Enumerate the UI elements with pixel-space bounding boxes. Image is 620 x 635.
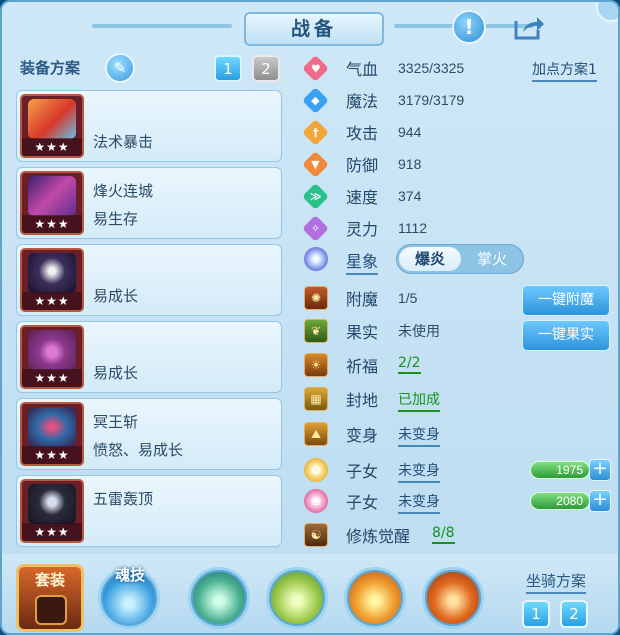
- skill-orb-2[interactable]: [266, 567, 328, 629]
- alert-icon[interactable]: !: [452, 10, 486, 44]
- star-rating: ★★★: [22, 138, 82, 156]
- child-2-bar: 2080: [530, 492, 590, 510]
- chest-icon: [35, 595, 67, 625]
- child-1-value-link[interactable]: 未变身: [398, 460, 440, 483]
- transform-row: ⛰ 变身 未变身: [304, 420, 440, 448]
- equip-slot-armor[interactable]: ★★★ 易成长: [16, 244, 282, 316]
- equip-slot-helmet[interactable]: ★★★ 烽火连城 易生存: [16, 167, 282, 239]
- set-bonus-button[interactable]: 套装: [16, 564, 84, 632]
- equip-skill: 冥王斩: [93, 413, 139, 431]
- child-icon: ✿: [304, 458, 328, 482]
- cultivation-icon: ☯: [304, 523, 328, 547]
- equip-image: ★★★: [20, 325, 84, 389]
- child-2-add-button[interactable]: +: [589, 490, 611, 512]
- blessing-row: ☀ 祈福 2/2: [304, 351, 421, 379]
- skill-orb-1[interactable]: [188, 567, 250, 629]
- equip-skill: 五雷轰顶: [93, 490, 154, 508]
- spirit-icon: ✧: [302, 214, 329, 242]
- corner-ornament: [596, 2, 618, 22]
- set-bonus-label: 套装: [34, 571, 65, 589]
- sword-icon: †: [302, 118, 329, 146]
- star-rating: ★★★: [22, 369, 82, 387]
- equip-image: ★★★: [20, 94, 84, 158]
- equip-effect: 愤怒、易成长: [93, 441, 184, 459]
- fruit-row: ❦ 果实 未使用: [304, 317, 440, 345]
- equip-slot-boots[interactable]: ★★★ 五雷轰顶: [16, 475, 282, 547]
- shield-icon: ▼: [302, 150, 329, 178]
- soul-skill-label: 魂技: [114, 566, 145, 584]
- equip-image: ★★★: [20, 479, 84, 543]
- equip-slot-necklace[interactable]: ★★★ 易成长: [16, 321, 282, 393]
- title-ornament-left: [92, 24, 232, 28]
- equip-image: ★★★: [20, 171, 84, 235]
- skill-orb-3[interactable]: [344, 567, 406, 629]
- enchant-row: ✺ 附魔 1/5: [304, 284, 417, 312]
- mana-icon: ◆: [302, 86, 329, 114]
- star-sign-toggle[interactable]: 爆炎 掌火: [396, 244, 524, 274]
- skill-orb-4[interactable]: [422, 567, 484, 629]
- stat-row-speed: ≫ 速度 374: [302, 182, 421, 210]
- soul-skill-button[interactable]: 魂技: [98, 566, 160, 629]
- one-click-fruit-button[interactable]: 一键果实: [522, 320, 610, 351]
- equip-slot-belt[interactable]: ★★★ 冥王斩 愤怒、易成长: [16, 398, 282, 470]
- equip-skill: 烽火连城: [93, 182, 154, 200]
- blessing-icon: ☀: [304, 353, 328, 377]
- star-rating: ★★★: [22, 523, 82, 541]
- enchant-icon: ✺: [304, 286, 328, 310]
- equip-effect: 易成长: [93, 364, 139, 382]
- toggle-option-inactive[interactable]: 掌火: [463, 247, 521, 271]
- blessing-value-link[interactable]: 2/2: [398, 355, 421, 374]
- stat-row-defense: ▼ 防御 918: [302, 150, 421, 178]
- one-click-enchant-button[interactable]: 一键附魔: [522, 285, 610, 316]
- star-sign-icon: ✦: [304, 247, 328, 271]
- equip-effect: 易生存: [93, 210, 139, 228]
- edit-icon[interactable]: ✎: [105, 53, 135, 83]
- lotus-icon: ❀: [304, 489, 328, 513]
- child-1-bar: 1975: [530, 461, 590, 479]
- equip-plan-tab-1[interactable]: 1: [214, 55, 242, 82]
- transform-value-link[interactable]: 未变身: [398, 424, 440, 447]
- battle-prep-panel: 战备 ! 装备方案 ✎ 1 2 ★★★ 法术暴击 ★★★ 烽火连城 易生存 ★★…: [0, 0, 620, 635]
- mount-plan-tab-1[interactable]: 1: [522, 600, 550, 628]
- fief-row: ▦ 封地 已加成: [304, 385, 440, 413]
- fruit-icon: ❦: [304, 319, 328, 343]
- transform-icon: ⛰: [304, 422, 328, 446]
- child-row-1: ✿ 子女 未变身: [304, 456, 440, 484]
- cultivation-row: ☯ 修炼觉醒 8/8: [304, 521, 455, 549]
- toggle-option-active[interactable]: 爆炎: [399, 247, 461, 271]
- child-2-value-link[interactable]: 未变身: [398, 491, 440, 514]
- equip-effect: 法术暴击: [93, 133, 154, 151]
- fief-value-link[interactable]: 已加成: [398, 389, 440, 412]
- speed-icon: ≫: [302, 182, 329, 210]
- equip-image: ★★★: [20, 248, 84, 312]
- stat-row-attack: † 攻击 944: [302, 118, 421, 146]
- stat-row-hp: ♥ 气血 3325/3325: [302, 54, 464, 82]
- share-icon[interactable]: [512, 10, 546, 44]
- stat-row-mp: ◆ 魔法 3179/3179: [302, 86, 464, 114]
- child-1-add-button[interactable]: +: [589, 459, 611, 481]
- equip-plan-title: 装备方案: [20, 59, 81, 77]
- star-rating: ★★★: [22, 446, 82, 464]
- mount-plan-tab-2[interactable]: 2: [560, 600, 588, 628]
- heart-icon: ♥: [302, 54, 329, 82]
- cultivation-value-link[interactable]: 8/8: [432, 525, 455, 544]
- mount-plan-title: 坐骑方案: [526, 570, 587, 594]
- star-rating: ★★★: [22, 292, 82, 310]
- star-sign-link[interactable]: 星象: [346, 248, 379, 275]
- page-title: 战备: [244, 12, 384, 46]
- equip-slot-weapon[interactable]: ★★★ 法术暴击: [16, 90, 282, 162]
- star-rating: ★★★: [22, 215, 82, 233]
- equip-effect: 易成长: [93, 287, 139, 305]
- point-scheme-link[interactable]: 加点方案1: [532, 59, 597, 82]
- star-sign-row: ✦ 星象: [304, 245, 379, 275]
- child-row-2: ❀ 子女 未变身: [304, 487, 440, 515]
- equip-plan-tab-2[interactable]: 2: [252, 55, 280, 82]
- stat-row-spirit: ✧ 灵力 1112: [302, 214, 427, 242]
- equip-image: ★★★: [20, 402, 84, 466]
- fief-icon: ▦: [304, 387, 328, 411]
